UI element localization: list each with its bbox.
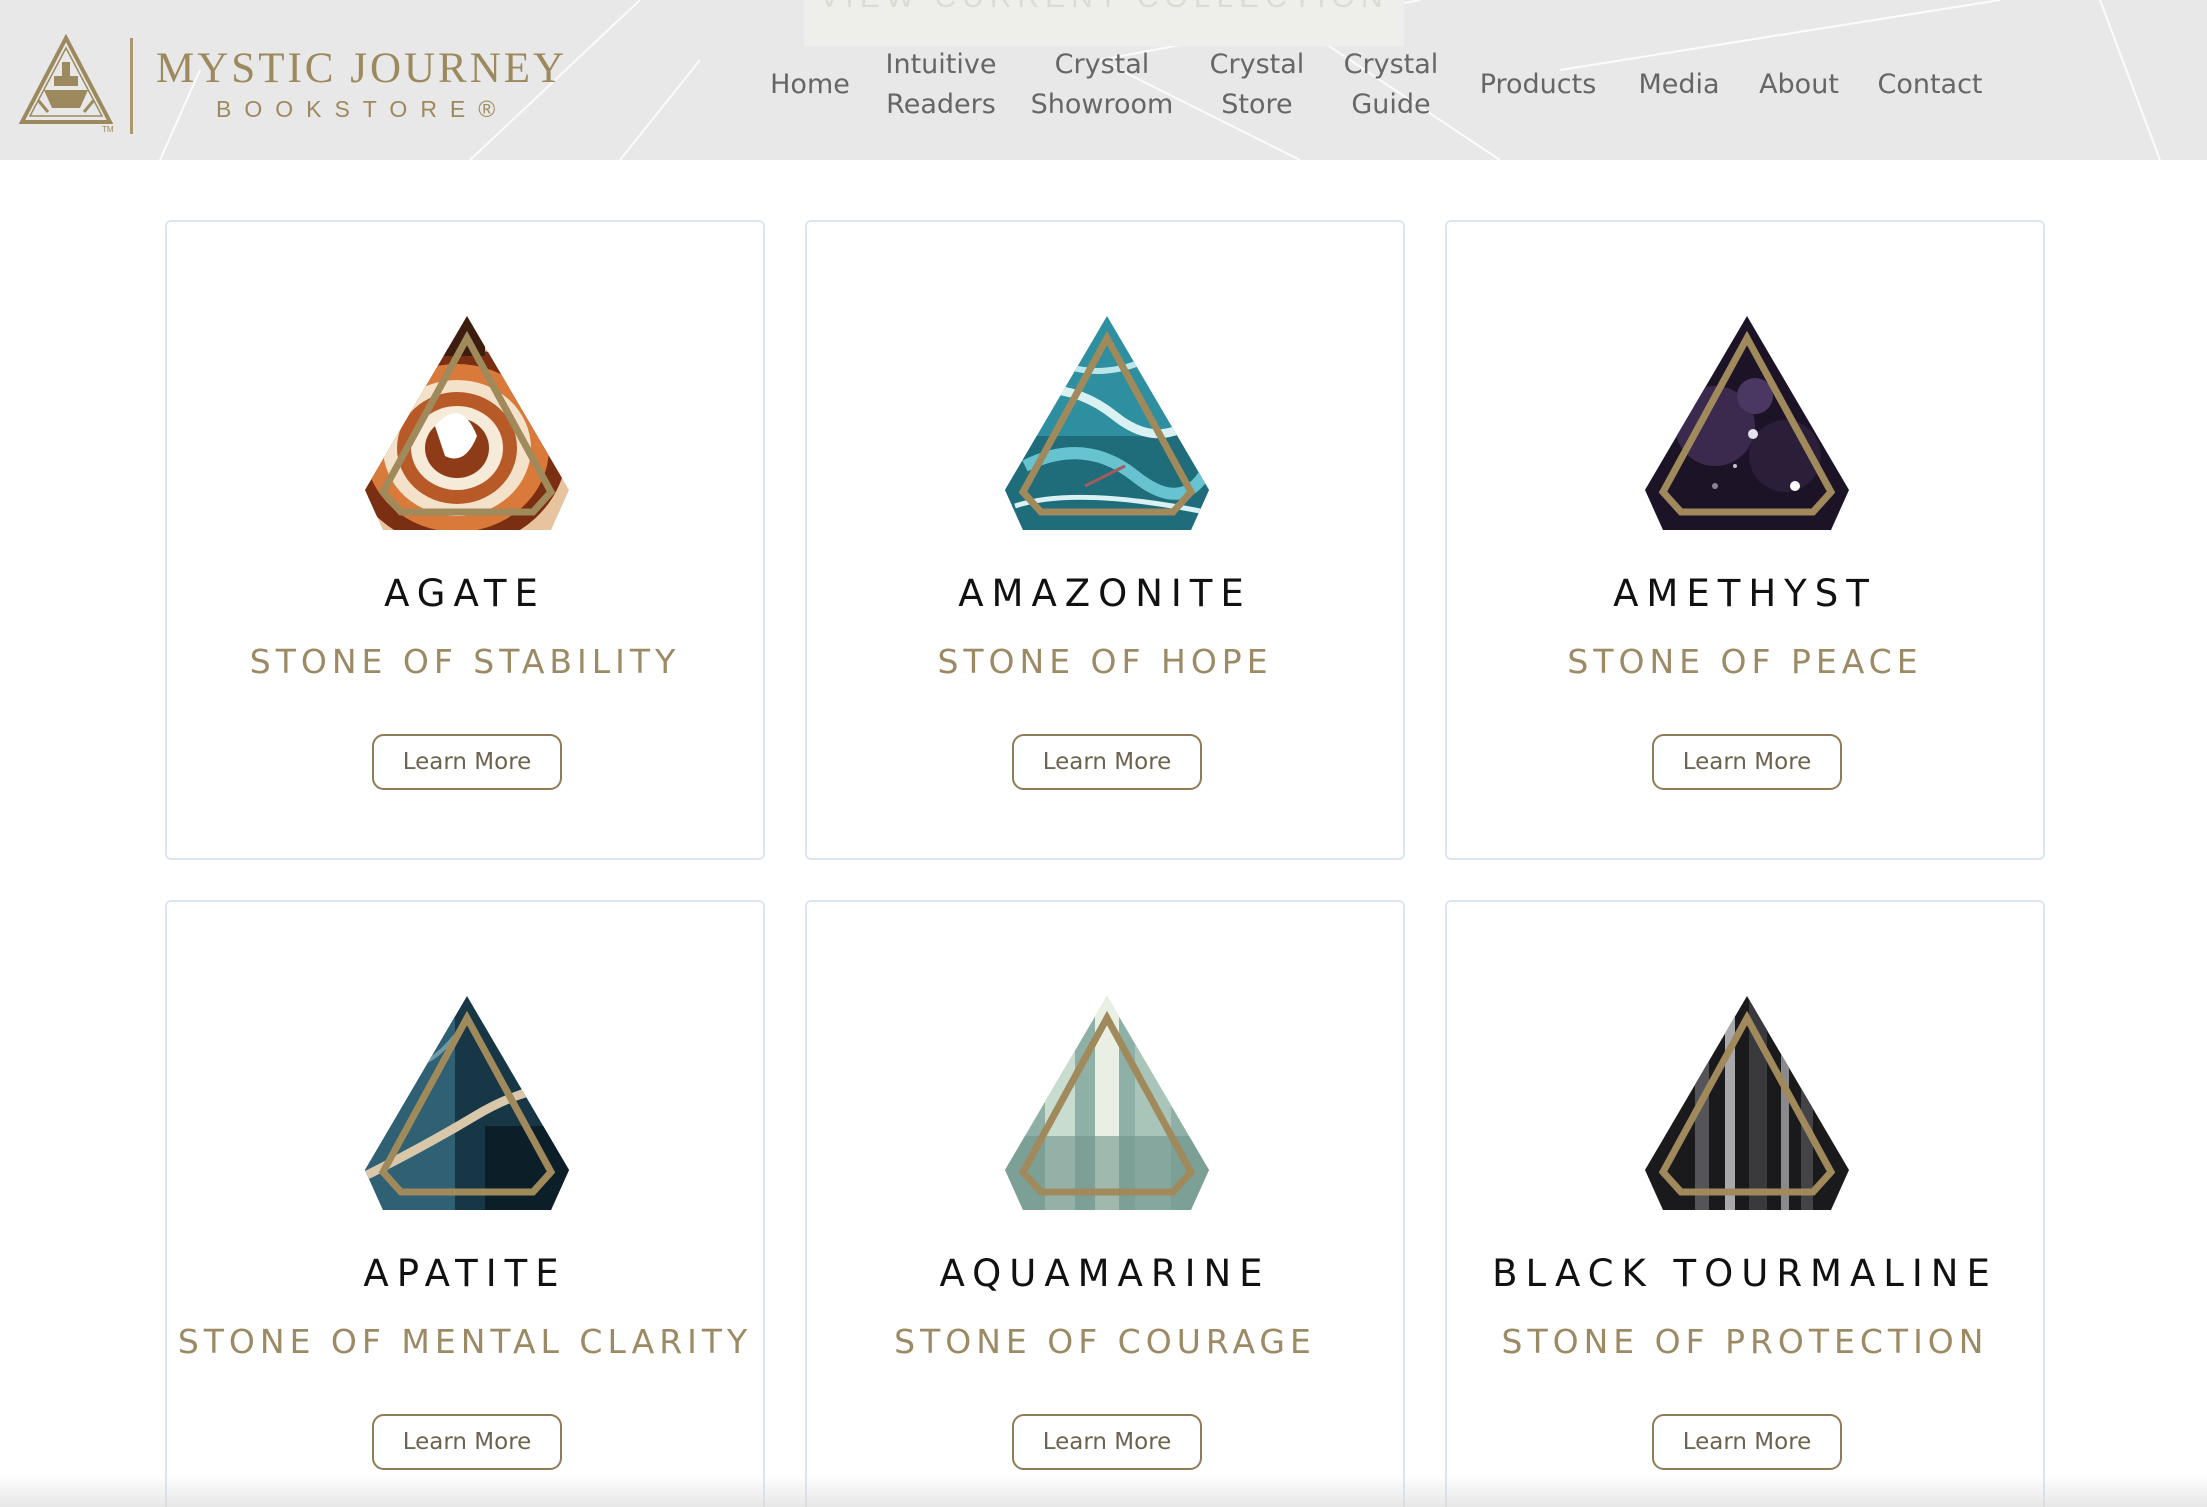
- nav-crystal-showroom[interactable]: Crystal Showroom: [1024, 40, 1180, 130]
- crystal-grid: AGATE STONE OF STABILITY Learn More AMAZ…: [0, 160, 2207, 1507]
- crystal-subtitle: STONE OF PROTECTION: [1501, 1322, 1989, 1361]
- crystal-card-black-tourmaline[interactable]: BLACK TOURMALINE STONE OF PROTECTION Lea…: [1445, 900, 2045, 1507]
- learn-more-button[interactable]: Learn More: [1652, 1414, 1842, 1470]
- crystal-subtitle: STONE OF STABILITY: [249, 642, 681, 681]
- apatite-gem-icon: [365, 996, 569, 1210]
- crystal-name: AMETHYST: [1613, 572, 1877, 615]
- crystal-subtitle: STONE OF PEACE: [1567, 642, 1923, 681]
- crystal-card-apatite[interactable]: APATITE STONE OF MENTAL CLARITY Learn Mo…: [165, 900, 765, 1507]
- aquamarine-gem-icon: [1005, 996, 1209, 1210]
- learn-more-button[interactable]: Learn More: [372, 734, 562, 790]
- nav-products[interactable]: Products: [1470, 40, 1606, 130]
- crystal-name: AGATE: [384, 572, 546, 615]
- main-nav: Home Intuitive Readers Crystal Showroom …: [0, 0, 2207, 160]
- crystal-card-amazonite[interactable]: AMAZONITE STONE OF HOPE Learn More: [805, 220, 1405, 860]
- crystal-name: APATITE: [363, 1252, 567, 1295]
- learn-more-button[interactable]: Learn More: [372, 1414, 562, 1470]
- crystal-name: BLACK TOURMALINE: [1492, 1252, 1998, 1295]
- nav-intuitive-readers[interactable]: Intuitive Readers: [875, 40, 1007, 130]
- nav-contact[interactable]: Contact: [1870, 40, 1990, 130]
- learn-more-button[interactable]: Learn More: [1652, 734, 1842, 790]
- learn-more-button[interactable]: Learn More: [1012, 1414, 1202, 1470]
- learn-more-button[interactable]: Learn More: [1012, 734, 1202, 790]
- crystal-name: AMAZONITE: [958, 572, 1252, 615]
- nav-about[interactable]: About: [1750, 40, 1848, 130]
- crystal-name: AQUAMARINE: [939, 1252, 1271, 1295]
- nav-media[interactable]: Media: [1628, 40, 1730, 130]
- nav-home[interactable]: Home: [760, 40, 860, 130]
- site-header: VIEW CURRENT COLLECTION TM MYSTIC JOURNE…: [0, 0, 2207, 160]
- amazonite-gem-icon: [1005, 316, 1209, 530]
- crystal-subtitle: STONE OF HOPE: [937, 642, 1273, 681]
- black-tourmaline-gem-icon: [1645, 996, 1849, 1210]
- amethyst-gem-icon: [1645, 316, 1849, 530]
- nav-crystal-store[interactable]: Crystal Store: [1200, 40, 1314, 130]
- crystal-subtitle: STONE OF MENTAL CLARITY: [177, 1322, 753, 1361]
- crystal-card-amethyst[interactable]: AMETHYST STONE OF PEACE Learn More: [1445, 220, 2045, 860]
- nav-crystal-guide[interactable]: Crystal Guide: [1336, 40, 1446, 130]
- crystal-card-agate[interactable]: AGATE STONE OF STABILITY Learn More: [165, 220, 765, 860]
- bottom-fade: [0, 1475, 2207, 1507]
- crystal-subtitle: STONE OF COURAGE: [894, 1322, 1316, 1361]
- crystal-card-aquamarine[interactable]: AQUAMARINE STONE OF COURAGE Learn More: [805, 900, 1405, 1507]
- agate-gem-icon: [365, 316, 569, 530]
